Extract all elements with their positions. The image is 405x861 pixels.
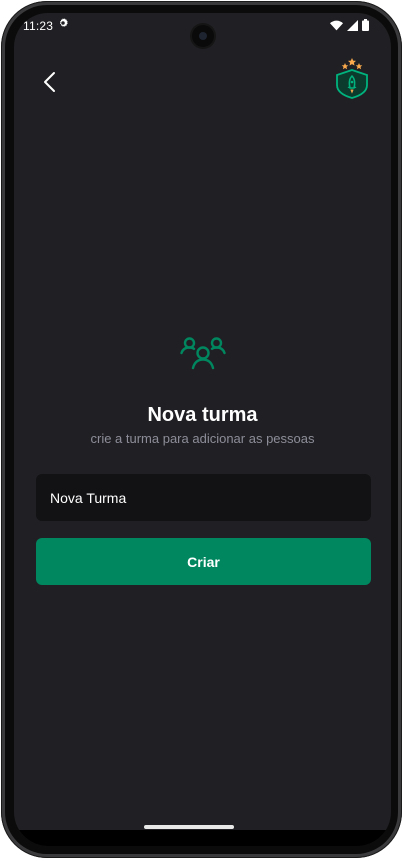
status-time: 11:23 bbox=[23, 19, 54, 33]
back-button[interactable] bbox=[36, 67, 62, 97]
class-name-input[interactable] bbox=[36, 474, 371, 521]
users-group-icon bbox=[180, 337, 226, 370]
shield-rocket-logo-icon bbox=[336, 58, 368, 99]
page-subtitle: crie a turma para adicionar as pessoas bbox=[90, 431, 315, 446]
home-indicator[interactable] bbox=[144, 825, 234, 829]
status-icons bbox=[330, 19, 369, 31]
front-camera bbox=[192, 25, 214, 47]
wifi-icon bbox=[330, 20, 343, 30]
battery-icon bbox=[362, 19, 369, 31]
signal-icon bbox=[347, 19, 358, 31]
chevron-left-icon bbox=[44, 72, 55, 92]
create-button[interactable]: Criar bbox=[36, 538, 371, 585]
navigation-bar bbox=[14, 830, 391, 846]
page-title: Nova turma bbox=[147, 404, 258, 426]
app-screen: 11:23 Nova turma crie a turma para adici… bbox=[14, 13, 391, 846]
gear-icon bbox=[60, 18, 68, 27]
